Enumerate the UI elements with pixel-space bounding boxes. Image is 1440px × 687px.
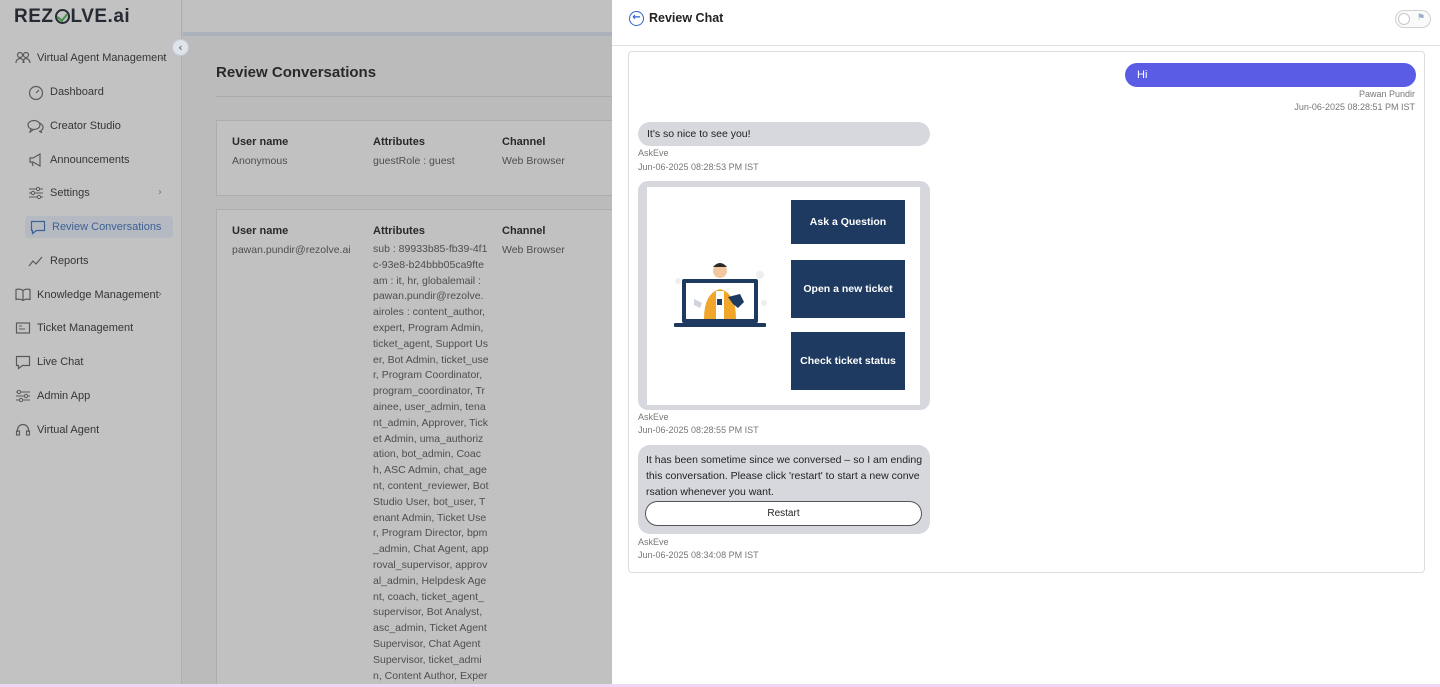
message-timestamp: Jun-06-2025 08:28:55 PM IST <box>638 425 759 435</box>
bot-message-text: It has been sometime since we conversed … <box>646 454 923 498</box>
message-timestamp: Jun-06-2025 08:28:51 PM IST <box>1294 102 1415 112</box>
bot-message-bubble: It has been sometime since we conversed … <box>638 445 930 534</box>
toggle-knob <box>1398 13 1410 25</box>
message-timestamp: Jun-06-2025 08:34:08 PM IST <box>638 550 759 560</box>
panel-title: Review Chat <box>649 11 724 25</box>
ask-question-button[interactable]: Ask a Question <box>791 200 905 244</box>
user-message-bubble: Hi <box>1125 63 1416 87</box>
flag-toggle[interactable]: ⚑ <box>1395 10 1431 28</box>
menu-card-inner: Ask a Question Open a new ticket Check t… <box>647 187 920 405</box>
chat-transcript[interactable]: Hi Pawan Pundir Jun-06-2025 08:28:51 PM … <box>628 51 1425 573</box>
bot-menu-card: Ask a Question Open a new ticket Check t… <box>638 181 930 410</box>
panel-header: ← Review Chat ⚑ <box>612 0 1440 46</box>
message-sender: AskEve <box>638 412 669 422</box>
review-chat-panel: ← Review Chat ⚑ Hi Pawan Pundir Jun-06-2… <box>612 0 1440 684</box>
restart-button[interactable]: Restart <box>645 501 922 526</box>
message-sender: Pawan Pundir <box>1358 89 1415 99</box>
message-sender: AskEve <box>638 148 669 158</box>
modal-backdrop[interactable] <box>0 0 612 684</box>
collapse-sidebar-button[interactable]: ‹ <box>172 39 189 56</box>
message-timestamp: Jun-06-2025 08:28:53 PM IST <box>638 162 759 172</box>
open-ticket-button[interactable]: Open a new ticket <box>791 260 905 318</box>
back-arrow-icon[interactable]: ← <box>629 11 644 26</box>
check-ticket-status-button[interactable]: Check ticket status <box>791 332 905 390</box>
message-sender: AskEve <box>638 537 669 547</box>
bot-message-bubble: It's so nice to see you! <box>638 122 930 146</box>
agent-illustration-icon <box>674 263 767 327</box>
flag-icon: ⚑ <box>1416 13 1425 23</box>
